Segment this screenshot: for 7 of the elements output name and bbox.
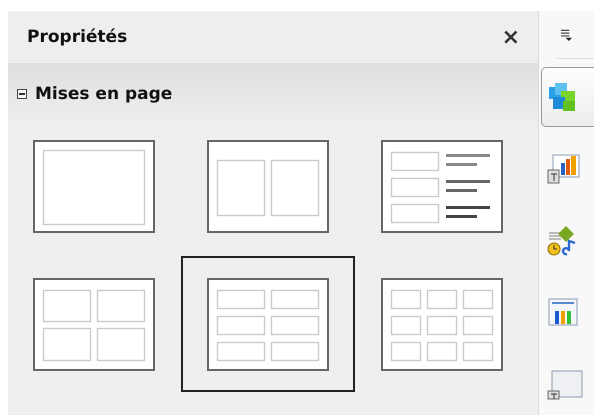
layout-option[interactable] <box>181 256 355 392</box>
panel-title: Propriétés <box>27 27 128 47</box>
cube-tab[interactable] <box>541 67 594 127</box>
slide-icon <box>547 369 583 401</box>
close-button[interactable]: × <box>498 24 524 50</box>
section-title: Mises en page <box>35 84 172 104</box>
collapse-toggle[interactable] <box>17 89 27 99</box>
